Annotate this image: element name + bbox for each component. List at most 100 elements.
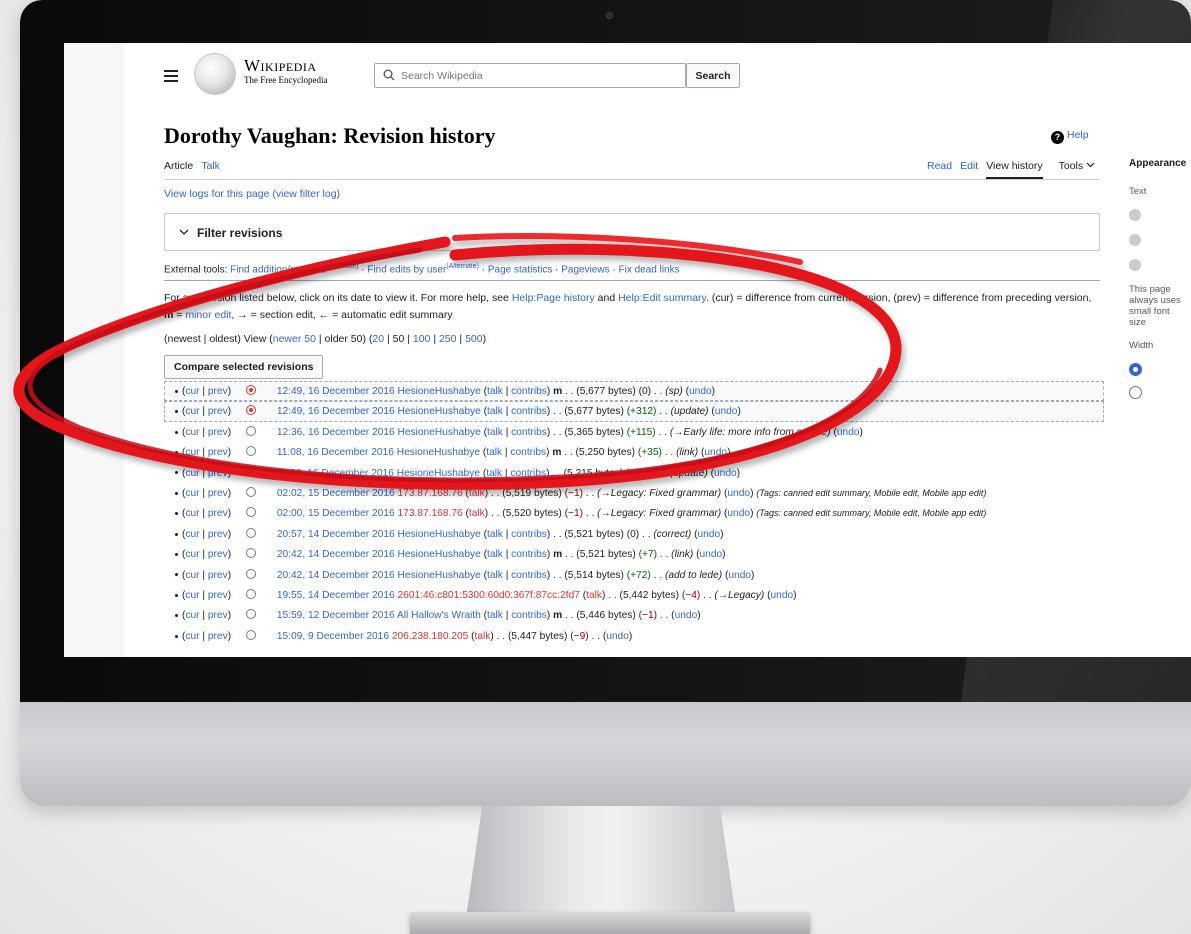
limit-100-link[interactable]: 100	[413, 333, 431, 345]
prev-link[interactable]: prev	[208, 427, 228, 438]
search-box[interactable]	[374, 63, 686, 88]
width-option-standard[interactable]	[1129, 363, 1142, 376]
ext-tool-edits-by-user-alt[interactable]: (Alternate)	[446, 263, 479, 270]
user-talk-link[interactable]: talk	[469, 488, 485, 499]
revision-user-link[interactable]: 206.238.180.205	[392, 631, 468, 642]
prev-link[interactable]: prev	[208, 386, 228, 397]
user-talk-link[interactable]: talk	[469, 508, 485, 519]
undo-link[interactable]: undo	[606, 631, 629, 642]
user-talk-link[interactable]: talk	[487, 610, 503, 621]
main-menu-icon[interactable]	[164, 70, 178, 82]
text-size-option-small[interactable]	[1129, 209, 1141, 221]
undo-link[interactable]: undo	[699, 549, 722, 560]
filter-revisions-panel[interactable]: Filter revisions	[164, 213, 1100, 251]
revision-date-link[interactable]: 02:00, 15 December 2016	[277, 508, 395, 519]
cur-link[interactable]: cur	[185, 549, 199, 560]
search-button[interactable]: Search	[686, 63, 740, 88]
revision-date-link[interactable]: 15:09, 9 December 2016	[277, 631, 389, 642]
prev-link[interactable]: prev	[208, 406, 228, 417]
limit-250-link[interactable]: 250	[439, 333, 457, 345]
user-talk-link[interactable]: talk	[475, 631, 491, 642]
revision-user-link[interactable]: 173.87.168.76	[398, 508, 463, 519]
prev-link[interactable]: prev	[208, 447, 228, 458]
revision-date-link[interactable]: 15:59, 12 December 2016	[277, 610, 395, 621]
cur-link[interactable]: cur	[185, 447, 199, 458]
prev-link[interactable]: prev	[208, 549, 228, 560]
ext-tool-pageviews[interactable]: Pageviews	[561, 264, 609, 275]
tab-view-history[interactable]: View history	[986, 160, 1043, 179]
undo-link[interactable]: undo	[689, 386, 712, 397]
user-contribs-link[interactable]: contribs	[511, 610, 547, 621]
cur-link[interactable]: cur	[185, 590, 199, 601]
user-talk-link[interactable]: talk	[486, 447, 502, 458]
compare-radio-old[interactable]	[246, 486, 256, 497]
revision-user-link[interactable]: HesioneHushabye	[398, 386, 481, 397]
ext-tool-addition-removal[interactable]: Find addition/removal	[230, 264, 326, 275]
ext-tool-addition-removal-alt[interactable]: (Alternate)	[326, 263, 359, 270]
help-edit-summary-link[interactable]: Help:Edit summary	[618, 292, 706, 304]
revision-user-link[interactable]: 2601:46:c801:5300:60d0:367f:87cc:2fd7	[398, 590, 580, 601]
undo-link[interactable]: undo	[704, 447, 727, 458]
revision-date-link[interactable]: 02:02, 15 December 2016	[277, 488, 395, 499]
user-talk-link[interactable]: talk	[486, 468, 502, 479]
cur-link[interactable]: cur	[185, 406, 199, 417]
revision-date-link[interactable]: 12:49, 16 December 2016	[277, 406, 395, 417]
cur-link[interactable]: cur	[185, 570, 199, 581]
revision-date-link[interactable]: 19:55, 14 December 2016	[277, 590, 395, 601]
prev-link[interactable]: prev	[208, 508, 228, 519]
prev-link[interactable]: prev	[208, 488, 228, 499]
revision-date-link[interactable]: 11:08, 16 December 2016	[277, 447, 394, 458]
help-minor-edit-link[interactable]: minor edit	[185, 309, 231, 321]
compare-radio-old[interactable]	[246, 425, 256, 436]
compare-radio-old[interactable]	[246, 568, 256, 579]
compare-radio-old[interactable]	[246, 629, 256, 640]
cur-link[interactable]: cur	[185, 508, 199, 519]
cur-link[interactable]: cur	[185, 631, 199, 642]
help-page-history-link[interactable]: Help:Page history	[512, 292, 595, 304]
undo-link[interactable]: undo	[697, 529, 720, 540]
width-option-wide[interactable]	[1129, 386, 1142, 399]
revision-date-link[interactable]: 20:57, 14 December 2016	[277, 529, 395, 540]
prev-link[interactable]: prev	[208, 631, 228, 642]
user-talk-link[interactable]: talk	[487, 529, 503, 540]
user-contribs-link[interactable]: contribs	[511, 427, 547, 438]
compare-radio-old[interactable]	[246, 548, 256, 559]
cur-link[interactable]: cur	[185, 610, 199, 621]
revision-user-link[interactable]: HesioneHushabye	[398, 549, 481, 560]
limit-20-link[interactable]: 20	[372, 333, 384, 345]
revision-user-link[interactable]: HesioneHushabye	[398, 427, 481, 438]
user-talk-link[interactable]: talk	[487, 406, 503, 417]
revision-user-link[interactable]: HesioneHushabye	[398, 570, 481, 581]
cur-link[interactable]: cur	[185, 427, 199, 438]
text-size-option-large[interactable]	[1129, 259, 1141, 271]
undo-link[interactable]: undo	[714, 468, 737, 479]
undo-link[interactable]: undo	[727, 508, 750, 519]
search-input[interactable]	[401, 67, 681, 84]
user-contribs-link[interactable]: contribs	[511, 386, 547, 397]
view-filter-log-link[interactable]: (view filter log)	[272, 188, 340, 200]
tab-read[interactable]: Read	[927, 160, 952, 172]
undo-link[interactable]: undo	[727, 488, 750, 499]
tab-edit[interactable]: Edit	[960, 160, 978, 172]
revision-date-link[interactable]: 12:36, 16 December 2016	[277, 427, 395, 438]
ext-tool-page-statistics[interactable]: Page statistics	[488, 264, 552, 275]
wikipedia-globe-logo-icon[interactable]	[194, 53, 236, 95]
prev-link[interactable]: prev	[208, 570, 228, 581]
cur-link[interactable]: cur	[185, 529, 199, 540]
tab-tools[interactable]: Tools	[1051, 160, 1095, 172]
revision-user-link[interactable]: HesioneHushabye	[398, 406, 481, 417]
limit-500-link[interactable]: 500	[465, 333, 483, 345]
compare-radio-old[interactable]	[246, 405, 256, 416]
cur-link[interactable]: cur	[185, 488, 199, 499]
revision-user-link[interactable]: All Hallow's Wraith	[397, 610, 481, 621]
undo-link[interactable]: undo	[715, 406, 738, 417]
user-talk-link[interactable]: talk	[586, 590, 602, 601]
user-talk-link[interactable]: talk	[487, 570, 503, 581]
cur-link[interactable]: cur	[185, 468, 199, 479]
tab-talk[interactable]: Talk	[201, 160, 220, 172]
compare-radio-old[interactable]	[246, 609, 256, 620]
undo-link[interactable]: undo	[675, 610, 698, 621]
cur-link[interactable]: cur	[185, 386, 199, 397]
ext-tool-fix-dead-links[interactable]: Fix dead links	[618, 264, 679, 275]
user-contribs-link[interactable]: contribs	[510, 447, 546, 458]
